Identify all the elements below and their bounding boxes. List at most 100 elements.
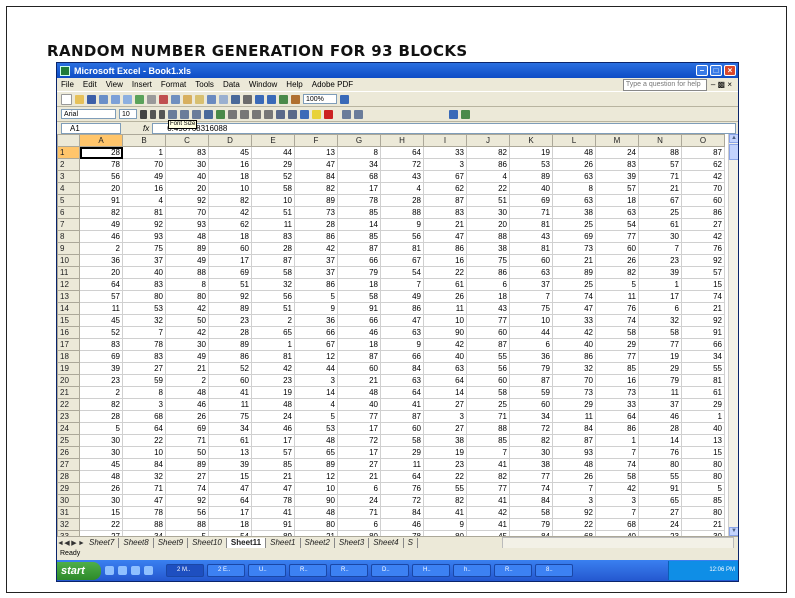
font-name-select[interactable]: Arial bbox=[61, 109, 116, 119]
cell[interactable]: 10 bbox=[423, 314, 467, 327]
cell[interactable]: 37 bbox=[294, 266, 338, 279]
column-header[interactable]: F bbox=[294, 134, 338, 147]
new-icon[interactable] bbox=[61, 93, 72, 105]
cell[interactable]: 28 bbox=[380, 194, 424, 207]
cell[interactable]: 77 bbox=[595, 350, 639, 363]
cell[interactable]: 10 bbox=[509, 314, 553, 327]
close-icon[interactable]: × bbox=[724, 65, 736, 76]
cell[interactable]: 37 bbox=[638, 398, 682, 411]
cell[interactable]: 33 bbox=[423, 146, 467, 159]
cell[interactable]: 41 bbox=[466, 494, 510, 507]
taskbar-button[interactable]: 2 E.. bbox=[207, 564, 245, 577]
cell[interactable]: 42 bbox=[294, 242, 338, 255]
cell[interactable]: 70 bbox=[681, 182, 725, 195]
menu-view[interactable]: View bbox=[106, 80, 123, 89]
quicklaunch-desktop-icon[interactable] bbox=[118, 566, 127, 575]
cell[interactable]: 60 bbox=[595, 242, 639, 255]
cell[interactable]: 92 bbox=[122, 218, 166, 231]
cell[interactable]: 67 bbox=[423, 170, 467, 183]
cell[interactable]: 21 bbox=[337, 374, 381, 387]
cell[interactable]: 4 bbox=[380, 182, 424, 195]
cell[interactable]: 69 bbox=[552, 230, 596, 243]
cell[interactable]: 10 bbox=[208, 182, 252, 195]
cell[interactable]: 29 bbox=[681, 398, 725, 411]
cell[interactable]: 61 bbox=[208, 434, 252, 447]
cell[interactable]: 6 bbox=[638, 302, 682, 315]
sort-descending-icon[interactable] bbox=[267, 94, 276, 104]
cell[interactable]: 29 bbox=[251, 158, 295, 171]
cell[interactable]: 84 bbox=[294, 170, 338, 183]
cell[interactable]: 29 bbox=[380, 446, 424, 459]
taskbar-button[interactable]: R.. bbox=[494, 564, 532, 577]
cut-icon[interactable] bbox=[159, 94, 168, 104]
cell[interactable]: 72 bbox=[337, 434, 381, 447]
cell[interactable]: 21 bbox=[681, 302, 725, 315]
quicklaunch-ie-icon[interactable] bbox=[105, 566, 114, 575]
cell[interactable]: 93 bbox=[552, 446, 596, 459]
cell[interactable]: 76 bbox=[595, 302, 639, 315]
row-header[interactable]: 27 bbox=[57, 458, 80, 471]
currency-icon[interactable] bbox=[216, 109, 225, 119]
row-header[interactable]: 16 bbox=[57, 326, 80, 339]
cell[interactable]: 46 bbox=[79, 230, 123, 243]
cell[interactable]: 78 bbox=[79, 158, 123, 171]
menu-insert[interactable]: Insert bbox=[132, 80, 152, 89]
drawing-toolbar-icon[interactable] bbox=[354, 109, 363, 119]
cell[interactable]: 27 bbox=[423, 422, 467, 435]
cell[interactable]: 40 bbox=[509, 182, 553, 195]
cell[interactable]: 63 bbox=[552, 170, 596, 183]
cell[interactable]: 87 bbox=[423, 194, 467, 207]
cell[interactable]: 56 bbox=[165, 506, 209, 519]
cell[interactable]: 59 bbox=[122, 374, 166, 387]
sheet-tab[interactable]: Sheet10 bbox=[188, 538, 227, 548]
cell[interactable]: 61 bbox=[423, 278, 467, 291]
font-size-select[interactable]: 10 bbox=[119, 109, 137, 119]
spreadsheet-grid[interactable]: ABCDEFGHIJKLMNO 1 28 1 83 45 44 13 8 64 33 82 19 48 2… bbox=[57, 134, 728, 536]
cell[interactable]: 11 bbox=[79, 302, 123, 315]
cell[interactable]: 29 bbox=[595, 338, 639, 351]
cell[interactable]: 47 bbox=[423, 230, 467, 243]
cell[interactable]: 77 bbox=[595, 230, 639, 243]
menu-format[interactable]: Format bbox=[161, 80, 186, 89]
sheet-tab[interactable]: Sheet7 bbox=[85, 538, 120, 548]
cell[interactable]: 50 bbox=[165, 314, 209, 327]
cell[interactable]: 45 bbox=[208, 146, 252, 159]
cell[interactable]: 83 bbox=[122, 278, 166, 291]
cell[interactable]: 3 bbox=[122, 398, 166, 411]
cell[interactable]: 38 bbox=[423, 434, 467, 447]
cell[interactable]: 47 bbox=[122, 494, 166, 507]
cell[interactable]: 10 bbox=[251, 194, 295, 207]
cell[interactable]: 65 bbox=[638, 494, 682, 507]
row-header[interactable]: 10 bbox=[57, 254, 80, 267]
cell[interactable]: 82 bbox=[466, 470, 510, 483]
column-header[interactable]: H bbox=[380, 134, 424, 147]
cell[interactable]: 36 bbox=[79, 254, 123, 267]
cell[interactable]: 55 bbox=[423, 482, 467, 495]
cell[interactable]: 34 bbox=[509, 410, 553, 423]
cell[interactable]: 77 bbox=[337, 410, 381, 423]
shape-icon[interactable] bbox=[449, 109, 458, 119]
print-preview-icon[interactable] bbox=[123, 94, 132, 104]
cell[interactable]: 49 bbox=[165, 350, 209, 363]
cell[interactable]: 56 bbox=[466, 362, 510, 375]
cell[interactable]: 89 bbox=[294, 194, 338, 207]
cell[interactable]: 37 bbox=[122, 254, 166, 267]
cell[interactable]: 82 bbox=[509, 434, 553, 447]
cell[interactable]: 30 bbox=[79, 446, 123, 459]
cell[interactable]: 9 bbox=[294, 302, 338, 315]
underline-icon[interactable] bbox=[159, 109, 165, 119]
cell[interactable]: 25 bbox=[466, 398, 510, 411]
cell[interactable]: 46 bbox=[165, 398, 209, 411]
hyperlink-icon[interactable] bbox=[231, 94, 240, 104]
row-header[interactable]: 5 bbox=[57, 194, 80, 207]
taskbar-button[interactable]: U.. bbox=[248, 564, 286, 577]
cell[interactable]: 5 bbox=[294, 290, 338, 303]
quicklaunch-media-icon[interactable] bbox=[131, 566, 140, 575]
cell[interactable]: 46 bbox=[380, 518, 424, 531]
cell[interactable]: 74 bbox=[509, 482, 553, 495]
cell[interactable]: 17 bbox=[208, 506, 252, 519]
cell[interactable]: 81 bbox=[251, 350, 295, 363]
cell[interactable]: 7 bbox=[509, 290, 553, 303]
cell[interactable]: 53 bbox=[122, 302, 166, 315]
column-header[interactable]: J bbox=[466, 134, 510, 147]
